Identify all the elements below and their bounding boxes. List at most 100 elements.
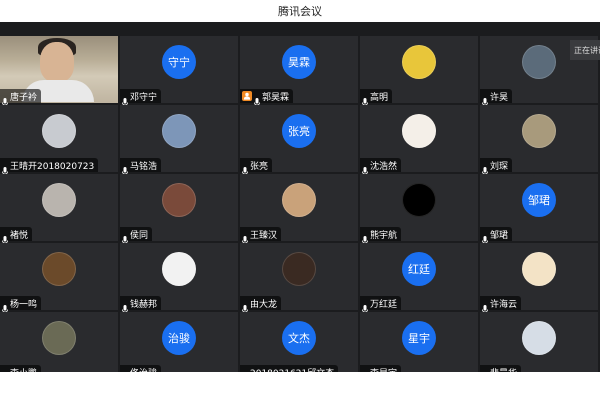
bottom-bar: [0, 372, 600, 400]
participant-name: 侯同: [130, 230, 149, 241]
name-tag: 马铭浩: [120, 158, 162, 176]
avatar-photo: [282, 252, 316, 286]
avatar-initials: 昊霖: [282, 45, 316, 79]
window-title: 腾讯会议: [278, 5, 322, 18]
participant-tile[interactable]: 李小鹏: [0, 312, 120, 383]
avatar-photo: [522, 321, 556, 355]
name-tag: 熊宇航: [360, 227, 402, 245]
participant-tile[interactable]: 杨一鸣: [0, 243, 120, 314]
participant-name: 郭昊霖: [262, 92, 290, 103]
avatar-photo: [162, 114, 196, 148]
avatar-photo: [522, 114, 556, 148]
participant-tile[interactable]: 由大龙: [240, 243, 360, 314]
participant-tile[interactable]: 治骏佟治骏: [120, 312, 240, 383]
avatar-photo: [162, 183, 196, 217]
participant-name: 许昊: [490, 92, 509, 103]
participant-tile[interactable]: 王臻汉: [240, 174, 360, 245]
participant-name: 钱赫邦: [130, 299, 158, 310]
microphone-icon: [482, 230, 488, 245]
avatar-photo: [522, 252, 556, 286]
avatar-photo: [402, 183, 436, 217]
microphone-icon: [2, 161, 8, 176]
name-tag: 杨一鸣: [0, 296, 42, 314]
name-tag: 王晴开2018020723: [0, 158, 99, 176]
microphone-icon: [122, 161, 128, 176]
avatar-photo: [402, 114, 436, 148]
name-tag: 侯同: [120, 227, 153, 245]
name-tag: 张亮: [240, 158, 273, 176]
name-tag: 沈浩然: [360, 158, 402, 176]
avatar-initials: 张亮: [282, 114, 316, 148]
participant-name: 沈浩然: [370, 161, 398, 172]
participant-tile[interactable]: 许海云: [480, 243, 600, 314]
participant-tile[interactable]: 刘琛: [480, 105, 600, 176]
microphone-icon: [362, 299, 368, 314]
participant-tile[interactable]: 沈浩然: [360, 105, 480, 176]
microphone-icon: [122, 230, 128, 245]
participant-tile[interactable]: 马铭浩: [120, 105, 240, 176]
participant-name: 张亮: [250, 161, 269, 172]
avatar-initials: 文杰: [282, 321, 316, 355]
participant-name: 唐子衿: [10, 92, 38, 103]
participant-tile[interactable]: 唐子衿: [0, 36, 120, 107]
participant-name: 邹珺: [490, 230, 509, 241]
participant-tile[interactable]: 邹珺 邹珺: [480, 174, 600, 245]
participant-name: 由大龙: [250, 299, 278, 310]
participant-name: 王臻汉: [250, 230, 278, 241]
participant-name: 杨一鸣: [10, 299, 38, 310]
microphone-icon: [362, 230, 368, 245]
name-tag: 郭昊霖: [240, 89, 294, 107]
avatar-photo: [162, 252, 196, 286]
participant-tile[interactable]: 昊霖郭昊霖: [240, 36, 360, 107]
name-tag: 邹珺: [480, 227, 513, 245]
participant-tile[interactable]: 红廷 万红廷: [360, 243, 480, 314]
avatar-initials: 治骏: [162, 321, 196, 355]
participant-grid: 唐子衿 守宁 邓守宁 昊霖 郭昊霖 高明 许昊 王晴开2018020723 马铭浩 张亮 张亮 沈浩然…: [0, 22, 600, 383]
name-tag: 许海云: [480, 296, 522, 314]
name-tag: 刘琛: [480, 158, 513, 176]
participant-name: 许海云: [490, 299, 518, 310]
avatar-photo: [42, 183, 76, 217]
participant-name: 王晴开2018020723: [10, 161, 95, 172]
microphone-icon: [254, 92, 260, 107]
participant-tile[interactable]: 高明: [360, 36, 480, 107]
name-tag: 唐子衿: [0, 89, 42, 107]
avatar-photo: [402, 45, 436, 79]
participant-name: 马铭浩: [130, 161, 158, 172]
participant-tile[interactable]: 文杰2018021621邱文杰: [240, 312, 360, 383]
avatar-initials: 红廷: [402, 252, 436, 286]
participant-tile[interactable]: 熊宇航: [360, 174, 480, 245]
participant-tile[interactable]: 王晴开2018020723: [0, 105, 120, 176]
name-tag: 王臻汉: [240, 227, 282, 245]
avatar-initials: 星宇: [402, 321, 436, 355]
participant-tile[interactable]: 星宇李星宇: [360, 312, 480, 383]
participant-tile[interactable]: 裴晨华: [480, 312, 600, 383]
title-bar: 腾讯会议: [0, 0, 600, 22]
avatar-photo: [42, 252, 76, 286]
name-tag: 钱赫邦: [120, 296, 162, 314]
participant-name: 熊宇航: [370, 230, 398, 241]
participant-tile[interactable]: 褚悦: [0, 174, 120, 245]
participant-name: 高明: [370, 92, 389, 103]
name-tag: 高明: [360, 89, 393, 107]
microphone-icon: [122, 299, 128, 314]
microphone-icon: [362, 161, 368, 176]
name-tag: 由大龙: [240, 296, 282, 314]
microphone-icon: [242, 299, 248, 314]
avatar-initials: 邹珺: [522, 183, 556, 217]
avatar-initials: 守宁: [162, 45, 196, 79]
microphone-icon: [2, 92, 8, 107]
participant-tile[interactable]: 张亮 张亮: [240, 105, 360, 176]
avatar-photo: [282, 183, 316, 217]
avatar-photo: [42, 321, 76, 355]
name-tag: 褚悦: [0, 227, 33, 245]
microphone-icon: [482, 299, 488, 314]
participant-tile[interactable]: 钱赫邦: [120, 243, 240, 314]
microphone-icon: [482, 92, 488, 107]
speaking-indicator: 正在讲话: [570, 40, 600, 60]
microphone-icon: [2, 299, 8, 314]
avatar-photo: [42, 114, 76, 148]
participant-tile[interactable]: 守宁 邓守宁: [120, 36, 240, 107]
microphone-icon: [362, 92, 368, 107]
participant-tile[interactable]: 侯同: [120, 174, 240, 245]
